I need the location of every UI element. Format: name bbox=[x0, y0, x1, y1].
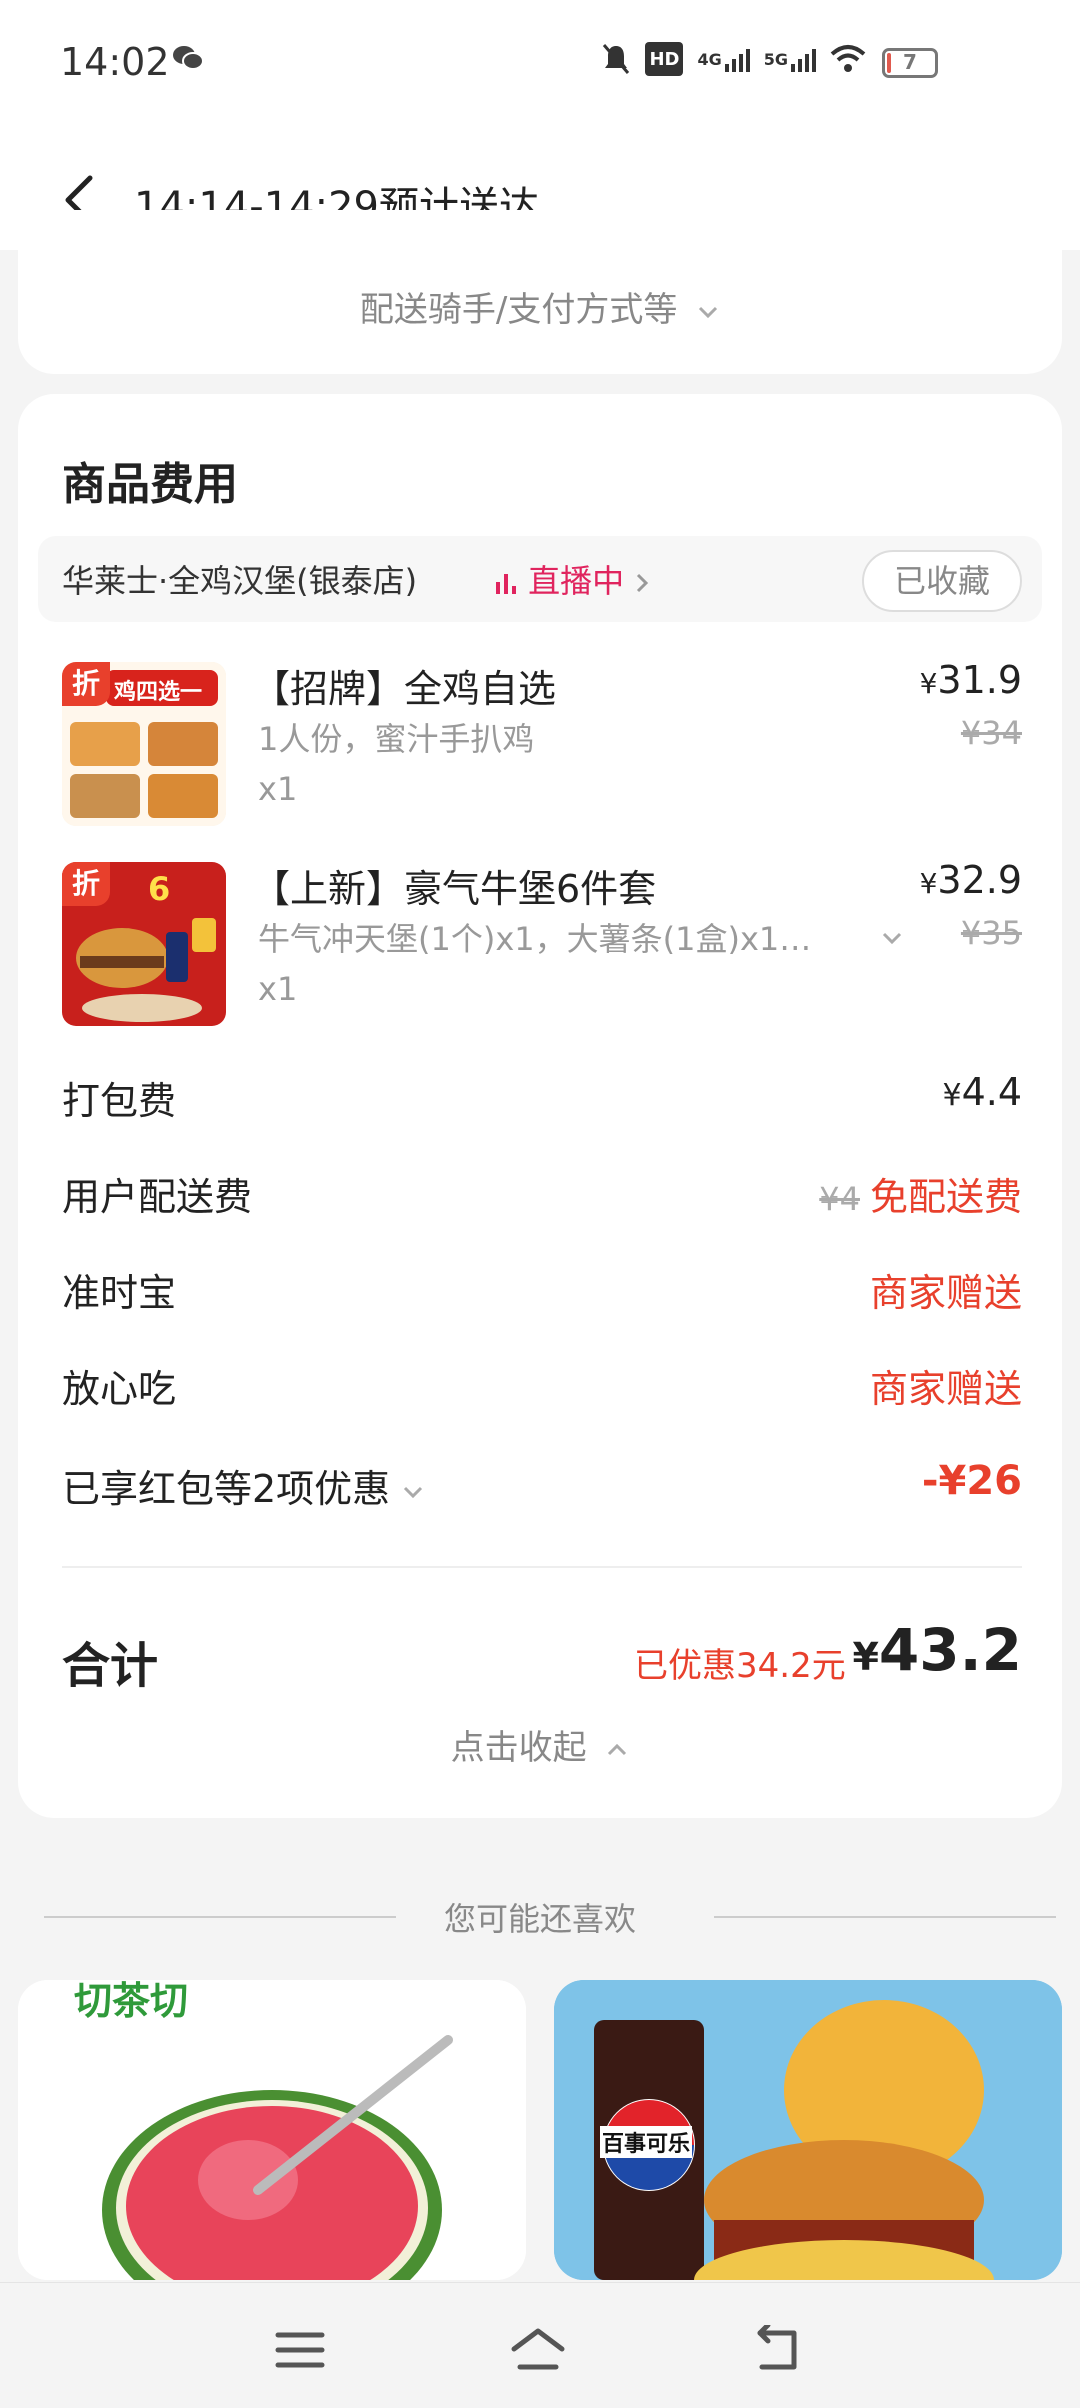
chevron-down-icon bbox=[699, 306, 718, 318]
mute-bell-icon bbox=[603, 44, 630, 74]
system-nav-bar bbox=[0, 2282, 1080, 2408]
item-price-value: 31.9 bbox=[937, 658, 1022, 702]
currency-symbol: ¥ bbox=[852, 1635, 879, 1679]
divider bbox=[62, 1566, 1022, 1568]
currency-symbol: ¥ bbox=[942, 1078, 962, 1113]
delivery-fee-free: 免配送费 bbox=[869, 1175, 1022, 1219]
total-label: 合计 bbox=[62, 1638, 159, 1694]
item-name: 【上新】豪气牛堡6件套 bbox=[252, 867, 657, 911]
section-title: 商品费用 bbox=[62, 459, 238, 510]
signal-5g-icon: 5G bbox=[764, 42, 816, 76]
delivery-fee-label: 用户配送费 bbox=[62, 1175, 253, 1219]
promo-value: -¥26 bbox=[921, 1458, 1022, 1504]
wechat-icon bbox=[173, 46, 204, 70]
signal-4g-icon: 4G bbox=[697, 42, 750, 76]
menu-icon[interactable] bbox=[270, 2325, 330, 2375]
packing-fee-amount: 4.4 bbox=[961, 1070, 1022, 1114]
chevron-right-icon bbox=[637, 573, 649, 593]
back-nav-icon[interactable] bbox=[750, 2325, 810, 2375]
fees-card: 商品费用 华莱士·全鸡汉堡(银泰店) 直播中 已收藏 鸡四选一 折 【招牌】全鸡… bbox=[18, 394, 1062, 1818]
shop-name: 华莱士·全鸡汉堡(银泰店) bbox=[62, 562, 418, 600]
battery-icon: 7 bbox=[882, 48, 938, 78]
order-item[interactable]: 鸡四选一 折 【招牌】全鸡自选 1人份，蜜汁手扒鸡 x1 ¥31.9 ¥34 bbox=[62, 658, 1022, 832]
item-price: ¥31.9 bbox=[920, 658, 1022, 702]
shop-bar[interactable]: 华莱士·全鸡汉堡(银泰店) 直播中 已收藏 bbox=[38, 536, 1042, 622]
item-qty: x1 bbox=[258, 770, 298, 808]
currency-symbol: ¥ bbox=[919, 667, 938, 700]
promo-label-text: 已享红包等2项优惠 bbox=[62, 1467, 391, 1511]
chevron-up-icon bbox=[608, 1743, 627, 1755]
home-icon[interactable] bbox=[508, 2325, 568, 2375]
saved-amount: 已优惠34.2元 bbox=[634, 1646, 846, 1686]
item-thumbnail: 鸡四选一 折 bbox=[62, 662, 226, 826]
card-caption: 切茶切 bbox=[74, 1980, 189, 2023]
item-desc: 牛气冲天堡(1个)x1，大薯条(1盒)x1… bbox=[258, 920, 812, 958]
battery-level: 7 bbox=[903, 50, 917, 74]
expand-chevron-icon[interactable] bbox=[880, 930, 904, 946]
item-name: 【招牌】全鸡自选 bbox=[252, 667, 557, 711]
watermelon-image bbox=[18, 1980, 526, 2280]
screen: 14:02 HD 4G 5G 7 14:14-14:29预计送达 配送骑手/支付… bbox=[0, 0, 1080, 2408]
signal-bars-icon bbox=[791, 49, 816, 72]
status-bar: 14:02 HD 4G 5G 7 bbox=[0, 0, 1080, 125]
delivery-card: 配送骑手/支付方式等 bbox=[18, 210, 1062, 374]
ontime-value: 商家赠送 bbox=[869, 1271, 1022, 1315]
signal-bars-icon bbox=[724, 49, 750, 72]
delivery-details-toggle[interactable]: 配送骑手/支付方式等 bbox=[18, 282, 1062, 331]
thumb-caption: 6 bbox=[148, 870, 171, 908]
item-thumbnail: 6 折 bbox=[62, 862, 226, 1026]
signal-4g-label: 4G bbox=[697, 49, 722, 69]
delivery-fee-row: 用户配送费 ¥4 免配送费 bbox=[62, 1166, 1022, 1226]
recommend-card[interactable]: 切茶切 bbox=[18, 1980, 526, 2280]
live-bars-icon bbox=[496, 574, 516, 594]
collapse-label: 点击收起 bbox=[450, 1728, 587, 1768]
order-item[interactable]: 6 折 【上新】豪气牛堡6件套 牛气冲天堡(1个)x1，大薯条(1盒)x1… x… bbox=[62, 858, 1022, 1032]
safe-eat-value: 商家赠送 bbox=[869, 1367, 1022, 1411]
live-badge[interactable]: 直播中 bbox=[494, 556, 650, 602]
item-original-price: ¥34 bbox=[960, 714, 1022, 752]
item-original-price: ¥35 bbox=[960, 914, 1022, 952]
recommend-title: 您可能还喜欢 bbox=[443, 1900, 636, 1938]
live-label: 直播中 bbox=[528, 562, 625, 600]
item-price: ¥32.9 bbox=[920, 858, 1022, 902]
signal-5g-label: 5G bbox=[763, 49, 788, 69]
discount-tag: 折 bbox=[62, 862, 110, 906]
hd-icon: HD bbox=[645, 42, 684, 76]
safe-eat-row: 放心吃 商家赠送 bbox=[62, 1358, 1022, 1418]
safe-eat-label: 放心吃 bbox=[62, 1367, 177, 1411]
total-amount: ¥43.2 bbox=[852, 1616, 1022, 1684]
item-qty: x1 bbox=[258, 970, 298, 1008]
delivery-fee-value: ¥4 免配送费 bbox=[819, 1166, 1022, 1221]
promo-row[interactable]: 已享红包等2项优惠 -¥26 bbox=[62, 1458, 1022, 1518]
packing-fee-row: 打包费 ¥4.4 bbox=[62, 1070, 1022, 1130]
item-desc: 1人份，蜜汁手扒鸡 bbox=[258, 720, 535, 758]
delivery-details-label: 配送骑手/支付方式等 bbox=[359, 290, 678, 330]
currency-symbol: ¥ bbox=[919, 867, 938, 900]
chevron-down-icon bbox=[404, 1486, 423, 1498]
total-value: 43.2 bbox=[878, 1616, 1022, 1684]
recommend-header: 您可能还喜欢 bbox=[0, 1890, 1080, 1944]
status-time: 14:02 bbox=[60, 40, 170, 84]
item-price-value: 32.9 bbox=[937, 858, 1022, 902]
card-caption: 百事可乐 bbox=[600, 2126, 693, 2158]
discount-tag: 折 bbox=[62, 662, 110, 706]
thumb-caption: 鸡四选一 bbox=[114, 680, 203, 705]
packing-fee-value: ¥4.4 bbox=[942, 1070, 1022, 1114]
collect-button[interactable]: 已收藏 bbox=[862, 550, 1022, 612]
recommend-card[interactable]: 百事可乐 bbox=[554, 1980, 1062, 2280]
ontime-row: 准时宝 商家赠送 bbox=[62, 1262, 1022, 1322]
packing-fee-label: 打包费 bbox=[62, 1079, 177, 1123]
ontime-label: 准时宝 bbox=[62, 1271, 177, 1315]
delivery-fee-original: ¥4 bbox=[819, 1180, 860, 1218]
wifi-icon bbox=[830, 45, 866, 72]
promo-label: 已享红包等2项优惠 bbox=[62, 1458, 424, 1513]
collapse-button[interactable]: 点击收起 bbox=[18, 1720, 1062, 1769]
